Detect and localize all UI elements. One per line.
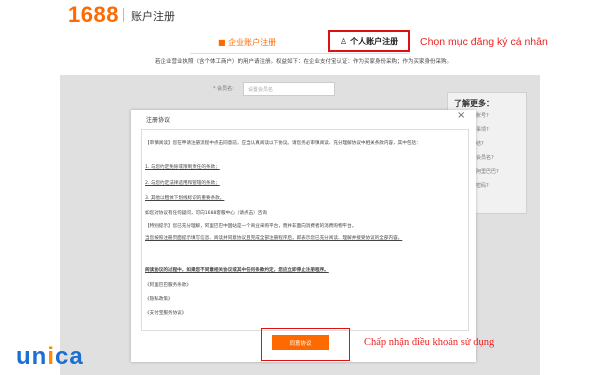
help-title: 了解更多： — [454, 99, 494, 108]
company-icon: ■ — [218, 38, 229, 47]
site-logo[interactable]: 1688 — [68, 2, 119, 28]
user-icon: ♙ — [339, 36, 348, 46]
header: 1688 账户注册 — [0, 0, 600, 30]
member-name-input[interactable]: 设置会员名 — [243, 82, 335, 96]
agreement-paragraph: 【审慎阅读】您在申请注册流程中点击同意前，应当认真阅读以下协议。请您务必审慎阅读… — [145, 141, 421, 146]
watermark-part: i — [47, 343, 55, 370]
agreement-paragraph: 1. 与您约定免除或限制责任的条款； — [145, 165, 220, 170]
agreement-paragraph: 阅读协议的过程中，如果您不同意相关协议或其中任何条款约定，您应立即停止注册程序。 — [145, 268, 329, 273]
watermark-part: ca — [55, 343, 84, 370]
annotation-accept-terms: Chấp nhận điều khoản sử dụng — [364, 337, 495, 348]
tab-personal-label: 个人账户注册 — [350, 36, 399, 46]
modal-title: 注册协议 — [146, 117, 171, 124]
agreement-link[interactable]: 《阿里巴巴服务条款》 — [145, 283, 191, 289]
header-divider — [123, 8, 124, 22]
agreement-paragraph: 当您按照注册页面提示填写信息、阅读并同意协议且完成全部注册程序后，即表示您已充分… — [145, 236, 403, 241]
close-icon[interactable]: × — [457, 110, 465, 121]
watermark-part: un — [16, 343, 48, 370]
tab-company-label: 企业账户注册 — [228, 38, 277, 47]
agreement-link[interactable]: 《隐私政策》 — [145, 297, 173, 303]
registration-notice: 若企业营业执照（含个体工商户）的用户请注册。权益如下：在企业支付宝认证：作为买家… — [155, 59, 453, 65]
agreement-paragraph: 【特别提示】您已充分理解，阿里巴巴中国站是一个商业采购平台，而并非面向消费者的消… — [145, 224, 357, 229]
agreement-paragraph: 2. 与您约定法律适用和管辖的条款； — [145, 181, 220, 186]
field-label: * 会员名: — [213, 86, 234, 92]
tab-personal-registration[interactable]: ♙ 个人账户注册 — [328, 30, 410, 52]
tab-company-registration[interactable]: ■ 企业账户注册 — [218, 37, 276, 48]
agreement-paragraph: 如您对协议有任何疑问，可向1688客服中心（请点击）咨询 — [145, 211, 267, 216]
agreement-scroll-area[interactable] — [141, 129, 469, 331]
annotation-select-personal: Chọn mục đăng ký cá nhân — [420, 36, 548, 48]
tab-divider — [190, 53, 410, 54]
agree-button[interactable]: 同意协议 — [272, 335, 329, 350]
member-name-placeholder: 设置会员名 — [248, 87, 274, 93]
page-title: 账户注册 — [131, 10, 175, 23]
agreement-paragraph: 3. 其他以粗体下划线标识的重要条款。 — [145, 196, 225, 201]
unica-watermark-logo: unica — [16, 343, 84, 371]
agreement-link[interactable]: 《支付宝服务协议》 — [145, 311, 186, 317]
